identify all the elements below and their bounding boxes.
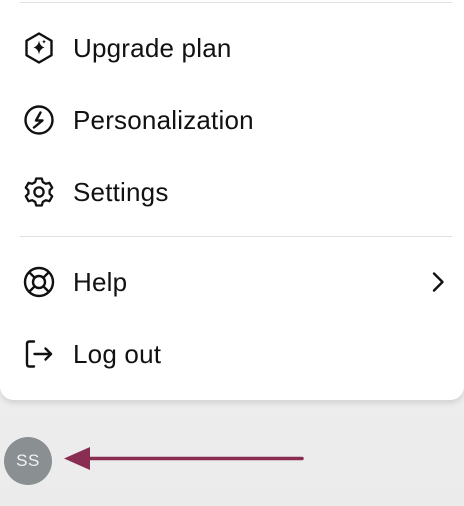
upgrade-sparkle-icon (22, 31, 56, 65)
menu-divider-top (20, 2, 452, 3)
user-avatar-button[interactable]: SS (4, 437, 52, 485)
page: Upgrade plan Personalization Settings He… (0, 0, 464, 506)
gear-icon (22, 175, 56, 209)
menu-item-personalization[interactable]: Personalization (0, 92, 464, 148)
personalization-icon (22, 103, 56, 137)
lifebuoy-icon (22, 265, 56, 299)
menu-item-help[interactable]: Help (0, 254, 464, 310)
menu-item-settings[interactable]: Settings (0, 164, 464, 220)
annotation-arrow (64, 447, 304, 470)
logout-icon (22, 337, 56, 371)
menu-item-label: Help (73, 266, 128, 297)
menu-item-label: Settings (73, 176, 169, 207)
menu-item-label: Log out (73, 338, 162, 369)
menu-divider (20, 236, 452, 237)
chevron-right-icon (426, 270, 450, 294)
menu-item-label: Personalization (73, 104, 254, 135)
avatar-initials: SS (16, 451, 40, 470)
menu-item-label: Upgrade plan (73, 32, 232, 63)
menu-item-log-out[interactable]: Log out (0, 326, 464, 382)
menu-item-upgrade-plan[interactable]: Upgrade plan (0, 20, 464, 76)
account-menu: Upgrade plan Personalization Settings He… (0, 0, 464, 401)
